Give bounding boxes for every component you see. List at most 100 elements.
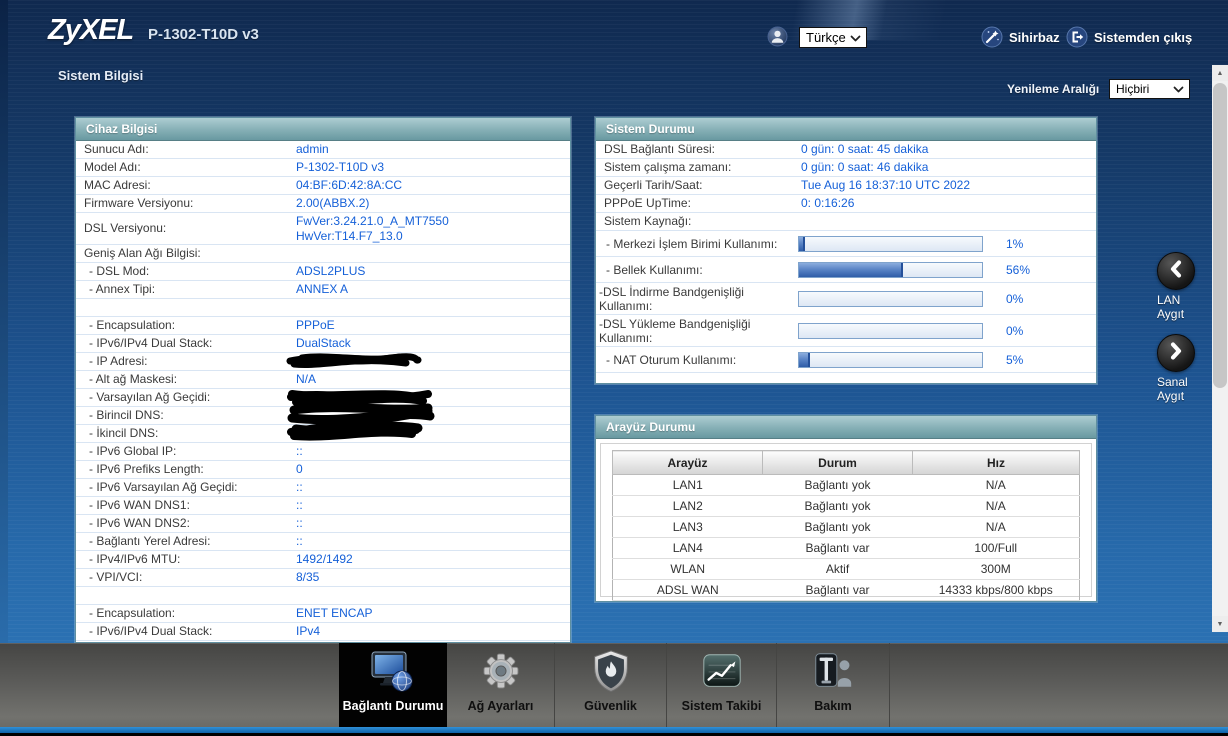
device-info-label: - Annex Tipi:: [89, 282, 156, 296]
device-info-value: ANNEX A: [296, 282, 349, 296]
scroll-up-button[interactable]: ▲: [1212, 65, 1228, 81]
device-info-value: 2.00(ABBX.2): [296, 196, 370, 210]
device-info-panel: Cihaz Bilgisi Sunucu Adı: admin Model Adı:…: [75, 117, 571, 643]
user-icon: [767, 26, 789, 48]
scrollbar-thumb[interactable]: [1213, 83, 1227, 388]
device-info-row: - VPI/VCI: 8/35: [76, 569, 570, 587]
resource-row: -DSL İndirme Bandgenişliği Kullanımı: 0%: [596, 283, 1096, 315]
device-info-label: - İkincil DNS:: [89, 426, 159, 440]
interface-cell: 14333 kbps/800 kbps: [912, 579, 1080, 601]
system-status-value: 0: 0:16:26: [801, 196, 855, 210]
resource-usage-bar: [798, 235, 983, 252]
system-status-value: 0 gün: 0 saat: 45 dakika: [801, 142, 929, 156]
lan-device-button[interactable]: LAN Aygıt: [1157, 252, 1201, 321]
interface-col-header: Arayüz: [612, 450, 763, 475]
device-info-row: - IPv4/IPv6 MTU: 1492/1492: [76, 551, 570, 569]
nav-item-system-monitor[interactable]: Sistem Takibi: [667, 643, 777, 727]
device-info-value: DualStack: [296, 336, 351, 350]
device-info-row: - Bağlantı Yerel Adresi:::: [76, 533, 570, 551]
logout-link[interactable]: Sistemden çıkış: [1094, 30, 1192, 45]
resource-usage-fill: [799, 352, 811, 367]
device-info-row: - Varsayılan Ağ Geçidi:: [76, 389, 570, 407]
interface-header-row: Arayüz Durum Hız: [612, 450, 1080, 475]
router-admin-page: ZyXEL P-1302-T10D v3 Türkçe Sihirbaz Sis…: [0, 0, 1228, 736]
device-info-label: Sunucu Adı:: [84, 142, 149, 156]
device-info-value: [286, 353, 570, 370]
chevron-right-icon: [1168, 341, 1184, 365]
device-info-row: - IPv6 Global IP:::: [76, 443, 570, 461]
interface-cell: LAN4: [612, 537, 763, 559]
device-info-value: admin: [296, 142, 329, 156]
refresh-interval-select[interactable]: Hiçbiri: [1109, 79, 1190, 99]
resource-label: - Merkezi İşlem Birimi Kullanımı:: [606, 236, 778, 251]
connection-status-icon: [369, 643, 417, 699]
system-status-value: [801, 213, 1096, 230]
nav-item-network-settings[interactable]: Ağ Ayarları: [447, 643, 555, 727]
device-info-value: PPPoE: [296, 318, 335, 332]
device-info-row: - Birincil DNS:: [76, 403, 570, 437]
page-left-edge: [0, 0, 8, 643]
refresh-interval-value: Hiçbiri: [1116, 82, 1150, 96]
device-info-label: - IPv6/IPv4 Dual Stack:: [89, 624, 213, 638]
device-info-value: 1492/1492: [296, 552, 353, 566]
interface-status-panel: Arayüz Durumu Arayüz Durum Hız LAN1 Bağlant…: [595, 415, 1097, 602]
device-info-value: ::: [296, 534, 303, 548]
nav-item-label: Sistem Takibi: [681, 699, 762, 713]
device-info-value: ::: [296, 498, 303, 512]
device-info-label: DSL Versiyonu:: [84, 221, 167, 235]
redaction-scribble: [286, 353, 422, 368]
device-info-row: - Encapsulation: PPPoE: [76, 317, 570, 335]
logout-icon[interactable]: [1066, 26, 1088, 48]
resource-label: - NAT Oturum Kullanımı:: [606, 352, 737, 367]
wizard-link[interactable]: Sihirbaz: [1009, 30, 1060, 45]
nav-item-label: Bakım: [814, 699, 852, 713]
page-title: Sistem Bilgisi: [58, 68, 144, 83]
scroll-down-button[interactable]: ▼: [1212, 616, 1228, 632]
nav-item-maintenance[interactable]: Bakım: [777, 643, 890, 727]
interface-cell: WLAN: [612, 558, 763, 580]
interface-cell: Bağlantı yok: [762, 474, 913, 496]
interface-cell: Bağlantı var: [762, 579, 913, 601]
nav-item-label: Güvenlik: [584, 699, 637, 713]
resource-percent: 0%: [1006, 323, 1024, 338]
interface-row: LAN3 Bağlantı yok N/A: [612, 516, 1080, 538]
interface-cell: N/A: [912, 495, 1080, 517]
nav-item-security[interactable]: Güvenlik: [555, 643, 667, 727]
device-info-value: [287, 403, 570, 437]
device-info-value: ::: [296, 444, 303, 458]
page-scrollbar[interactable]: ▲ ▼: [1212, 65, 1228, 632]
virtual-device-circle: [1157, 334, 1195, 372]
resource-row: - NAT Oturum Kullanımı: 5%: [596, 347, 1096, 373]
system-status-row: PPPoE UpTime: 0: 0:16:26: [596, 195, 1096, 213]
device-info-label: Model Adı:: [84, 160, 141, 174]
interface-cell: Bağlantı yok: [762, 516, 913, 538]
resource-percent: 1%: [1006, 236, 1024, 251]
resource-label: - Bellek Kullanımı:: [606, 262, 703, 277]
wizard-icon[interactable]: [981, 26, 1003, 48]
device-info-row: Geniş Alan Ağı Bilgisi:: [76, 245, 570, 263]
device-info-value: 04:BF:6D:42:8A:CC: [296, 178, 403, 192]
interface-row: LAN4 Bağlantı var 100/Full: [612, 537, 1080, 559]
interface-row: LAN2 Bağlantı yok N/A: [612, 495, 1080, 517]
system-status-row: Sistem çalışma zamanı: 0 gün: 0 saat: 46 …: [596, 159, 1096, 177]
interface-row: WLAN Aktif 300M: [612, 558, 1080, 580]
device-info-value: [287, 425, 570, 442]
device-info-label: Firmware Versiyonu:: [84, 196, 194, 210]
device-info-row: - IPv6 WAN DNS2:::: [76, 515, 570, 533]
system-status-value: Tue Aug 16 18:37:10 UTC 2022: [801, 178, 971, 192]
device-info-label: - IPv6 Global IP:: [89, 444, 177, 458]
interface-cell: Bağlantı var: [762, 537, 913, 559]
device-info-label: - IPv6/IPv4 Dual Stack:: [89, 336, 213, 350]
device-info-row: - Encapsulation: ENET ENCAP: [76, 605, 570, 623]
language-select[interactable]: Türkçe: [799, 27, 867, 48]
virtual-device-button[interactable]: Sanal Aygıt: [1157, 334, 1201, 403]
device-info-value: ::: [296, 480, 303, 494]
interface-row: ADSL WAN Bağlantı var 14333 kbps/800 kbps: [612, 579, 1080, 601]
device-info-label: - Varsayılan Ağ Geçidi:: [89, 390, 211, 404]
device-info-value: ENET ENCAP: [296, 606, 373, 620]
interface-cell: 100/Full: [912, 537, 1080, 559]
resource-row: - Bellek Kullanımı: 56%: [596, 257, 1096, 283]
system-status-label: Sistem çalışma zamanı:: [604, 160, 732, 174]
nav-item-connection-status[interactable]: Bağlantı Durumu: [339, 643, 447, 727]
device-info-row: - IPv6/IPv4 Dual Stack: DualStack: [76, 335, 570, 353]
